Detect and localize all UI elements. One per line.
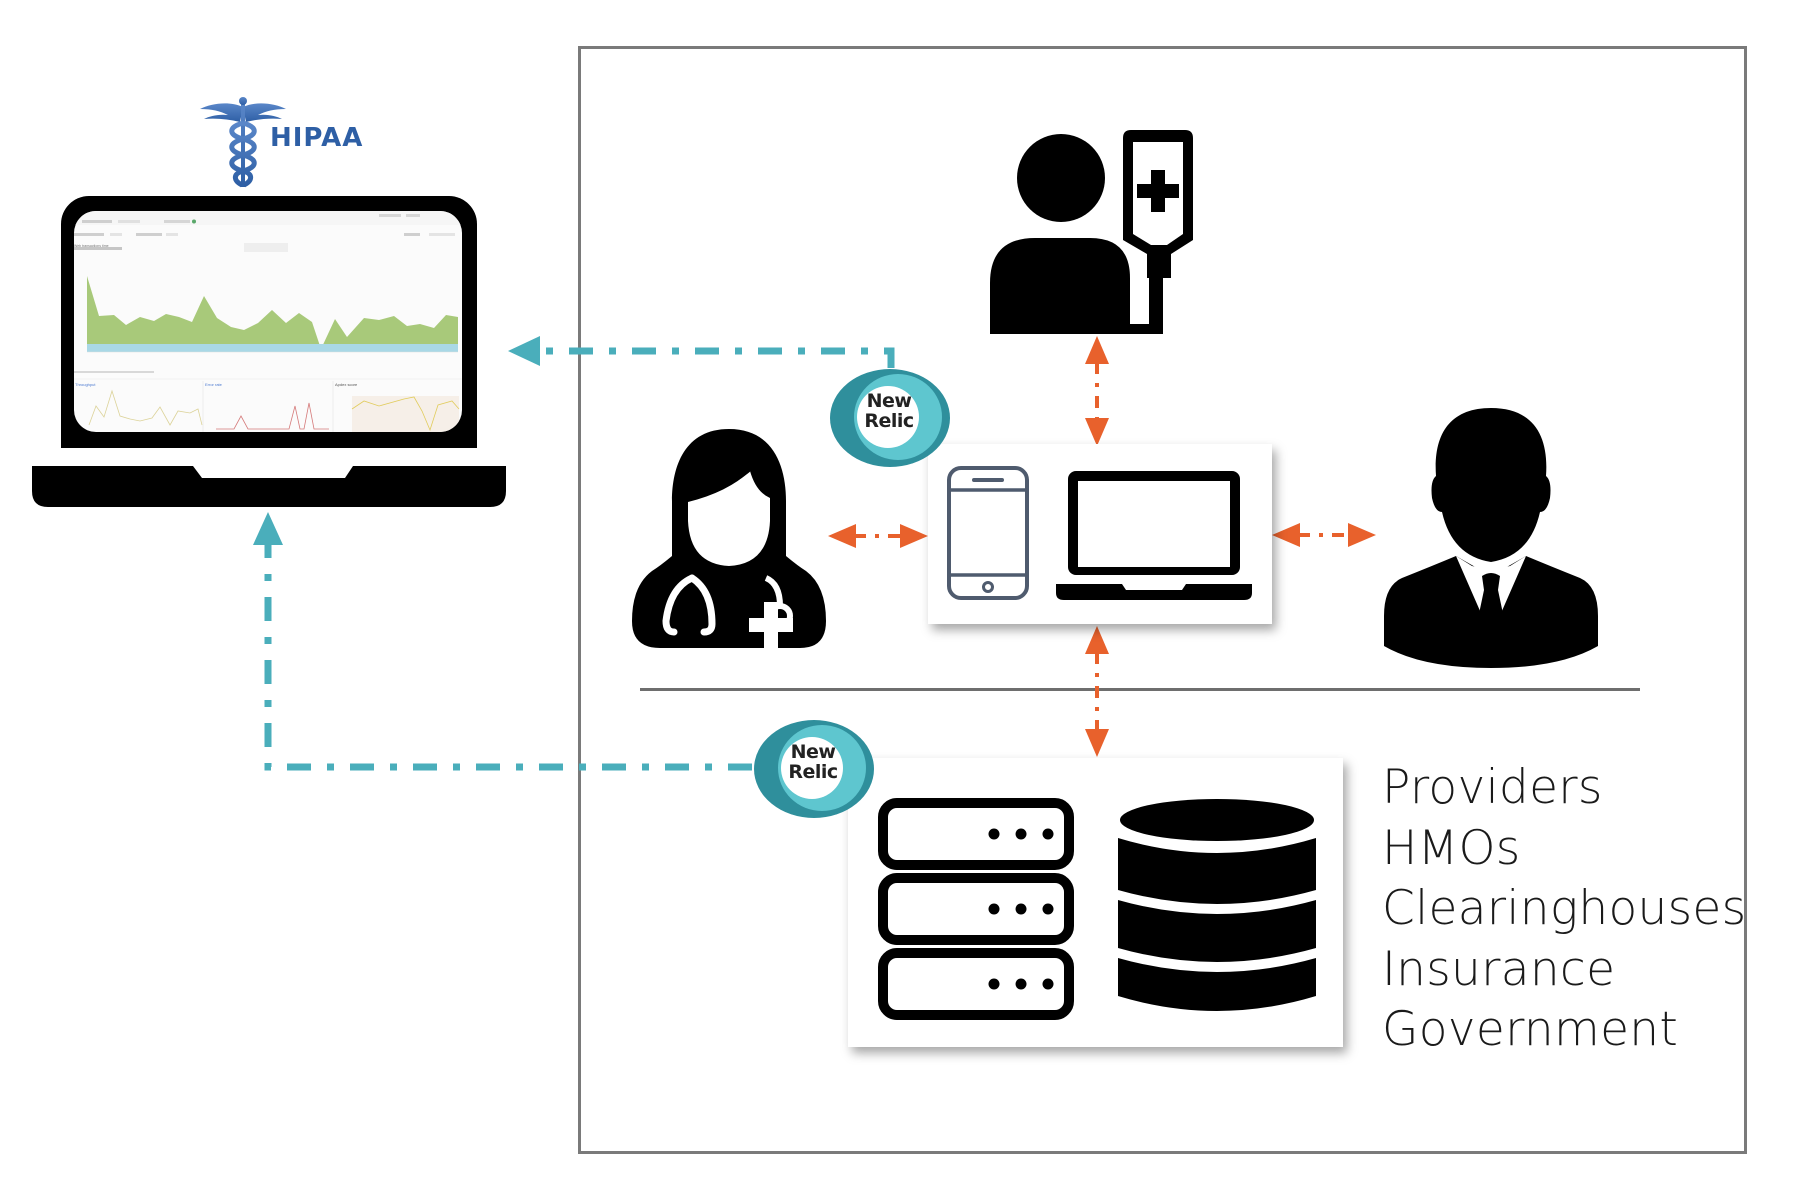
doctor-icon (632, 429, 826, 650)
server-unit (878, 948, 1074, 1020)
new-relic-label-line2: Relic (864, 410, 914, 432)
server-rack-icon (878, 798, 1074, 1020)
patient-iv-icon (990, 130, 1193, 334)
new-relic-label-line1: New (790, 741, 836, 763)
businessman-icon (1384, 408, 1598, 668)
stakeholder-list: Providers HMOs Clearinghouses Insurance … (1382, 758, 1746, 1061)
data-flow-devices-backend (1085, 626, 1109, 757)
server-unit (878, 873, 1074, 945)
monitor-flow-client-to-dashboard (508, 336, 895, 368)
arrowhead-left-icon (508, 336, 540, 366)
laptop-icon (1056, 471, 1252, 600)
stakeholder-providers: Providers (1382, 760, 1603, 815)
data-flow-patient-devices (1085, 336, 1109, 446)
data-flow-doctor-devices (828, 524, 928, 548)
smartphone-icon (947, 466, 1029, 600)
new-relic-agent-backend: New Relic (752, 718, 876, 820)
data-flow-devices-businessman (1272, 523, 1376, 547)
database-icon (1118, 799, 1316, 1011)
stakeholder-government: Government (1382, 1002, 1679, 1057)
backend-systems-card (848, 758, 1343, 1047)
client-devices-card (928, 444, 1272, 624)
new-relic-label-line2: Relic (788, 761, 838, 783)
arrowhead-up-icon (253, 512, 283, 545)
new-relic-label-line1: New (866, 390, 912, 412)
stakeholder-insurance: Insurance (1382, 941, 1616, 997)
server-unit (878, 798, 1074, 870)
stakeholder-clearinghouses: Clearinghouses (1382, 881, 1747, 936)
new-relic-agent-client: New Relic (828, 367, 952, 469)
hipaa-architecture-diagram: HIPAA Web transactions time Throughput E… (0, 0, 1804, 1186)
stakeholder-hmos: HMOs (1382, 820, 1521, 876)
